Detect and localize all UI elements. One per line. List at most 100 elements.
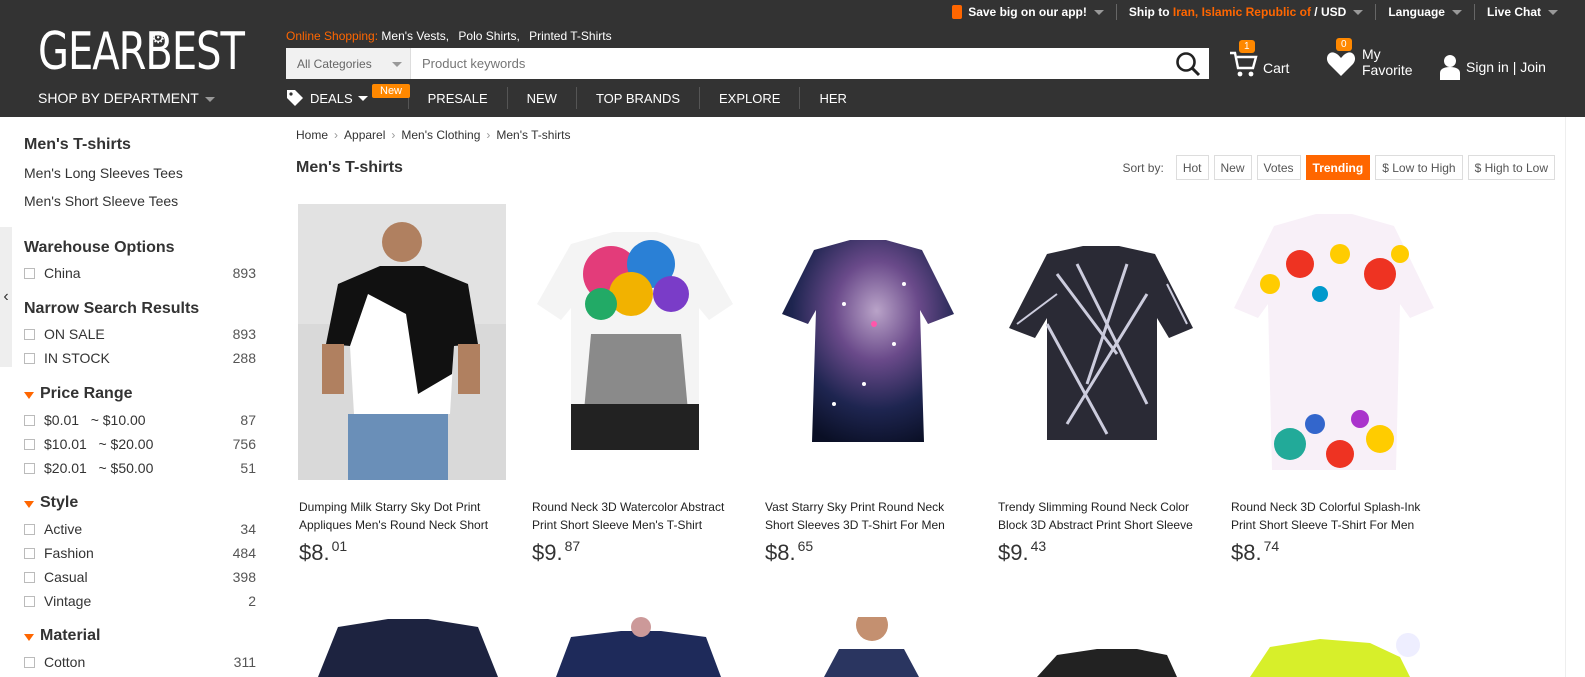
product-card[interactable]: Dumping Milk Starry Sky Dot Print Appliq…	[298, 204, 508, 565]
favorite-count-badge: 0	[1336, 38, 1352, 51]
filter-in-stock[interactable]: IN STOCK 288	[24, 349, 256, 367]
ship-to-selector[interactable]: Ship to Iran, Islamic Republic of / USD	[1115, 4, 1375, 20]
nav-deals[interactable]: DEALS New	[286, 84, 411, 109]
app-promo-label: Save big on our app!	[968, 5, 1087, 19]
filter-style-fashion[interactable]: Fashion 484	[24, 544, 256, 562]
language-selector[interactable]: Language	[1375, 4, 1474, 20]
filter-warehouse-china[interactable]: China 893	[24, 264, 256, 282]
sidebar-collapse-toggle[interactable]: ‹	[0, 227, 12, 367]
page-scrollbar[interactable]	[1565, 117, 1585, 677]
link-printed-tshirts[interactable]: Printed T-Shirts	[529, 29, 611, 43]
style-toggle[interactable]: Style	[24, 494, 78, 512]
checkbox[interactable]	[24, 547, 35, 559]
narrow-search-title: Narrow Search Results	[24, 300, 200, 317]
product-card[interactable]: Round Neck 3D Watercolor Abstract Print …	[531, 204, 741, 565]
category-select[interactable]: All Categories	[286, 48, 411, 79]
product-card[interactable]: Vast Starry Sky Print Round Neck Short S…	[764, 204, 974, 565]
signin-join-link[interactable]: Sign in | Join	[1440, 52, 1546, 82]
product-card[interactable]	[298, 617, 508, 677]
checkbox[interactable]	[24, 352, 35, 364]
price-range-toggle[interactable]: Price Range	[24, 385, 132, 403]
product-card[interactable]: Round Neck 3D Colorful Splash-Ink Print …	[1230, 204, 1440, 565]
shop-by-department-label: SHOP BY DEPARTMENT	[38, 90, 199, 106]
product-card[interactable]	[997, 617, 1207, 677]
product-image[interactable]	[764, 204, 972, 480]
checkbox[interactable]	[24, 571, 35, 583]
checkbox[interactable]	[24, 438, 35, 450]
breadcrumb-mens-tshirts[interactable]: Men's T-shirts	[496, 128, 570, 142]
product-image-graphic	[782, 240, 954, 442]
product-name[interactable]: Trendy Slimming Round Neck Color Block 3…	[998, 498, 1203, 534]
product-image[interactable]	[1230, 204, 1438, 480]
product-card[interactable]	[531, 617, 741, 677]
breadcrumb-mens-clothing[interactable]: Men's Clothing	[401, 128, 480, 142]
product-image-graphic	[298, 204, 506, 480]
product-image-graphic	[1009, 246, 1193, 440]
product-card[interactable]: Trendy Slimming Round Neck Color Block 3…	[997, 204, 1207, 565]
filter-material-cotton[interactable]: Cotton 311	[24, 653, 256, 671]
my-favorite-button[interactable]: 0 My Favorite	[1326, 38, 1426, 80]
product-price: $8. 65	[765, 538, 813, 566]
material-toggle[interactable]: Material	[24, 627, 100, 645]
search-button[interactable]	[1167, 48, 1209, 79]
sort-votes-button[interactable]: Votes	[1256, 155, 1301, 180]
nav-her[interactable]: HER	[799, 87, 865, 109]
checkbox[interactable]	[24, 595, 35, 607]
checkbox[interactable]	[24, 267, 35, 279]
price-cents: 01	[331, 538, 348, 554]
product-image[interactable]	[298, 204, 506, 480]
product-name[interactable]: Round Neck 3D Colorful Splash-Ink Print …	[1231, 498, 1436, 534]
product-image[interactable]	[997, 204, 1205, 480]
product-name[interactable]: Vast Starry Sky Print Round Neck Short S…	[765, 498, 970, 534]
product-name[interactable]: Round Neck 3D Watercolor Abstract Print …	[532, 498, 737, 534]
link-long-sleeves-tees[interactable]: Men's Long Sleeves Tees	[24, 165, 183, 181]
link-short-sleeve-tees[interactable]: Men's Short Sleeve Tees	[24, 193, 178, 209]
nav-presale[interactable]: PRESALE	[407, 87, 507, 109]
gearbest-logo[interactable]: GEARBEST ⚙	[38, 22, 245, 82]
shop-by-department-menu[interactable]: SHOP BY DEPARTMENT	[38, 90, 215, 106]
ship-to-country: Iran, Islamic Republic of	[1172, 5, 1311, 19]
checkbox[interactable]	[24, 523, 35, 535]
sort-high-to-low-button[interactable]: $ High to Low	[1467, 155, 1555, 180]
filter-count: 756	[232, 436, 256, 452]
filter-style-casual[interactable]: Casual 398	[24, 568, 256, 586]
filter-price-3[interactable]: $20.01 ~ $50.00 51	[24, 459, 256, 477]
breadcrumb-apparel[interactable]: Apparel	[344, 128, 385, 142]
filter-style-active[interactable]: Active 34	[24, 520, 256, 538]
breadcrumb-home[interactable]: Home	[296, 128, 328, 142]
nav-explore-label: EXPLORE	[719, 90, 781, 106]
sort-low-to-high-button[interactable]: $ Low to High	[1375, 155, 1463, 180]
product-image-graphic	[556, 617, 721, 677]
gear-icon: ⚙	[151, 30, 166, 47]
nav-explore[interactable]: EXPLORE	[699, 87, 799, 109]
caret-down-icon	[24, 391, 34, 399]
checkbox[interactable]	[24, 656, 35, 668]
product-card[interactable]	[1230, 617, 1440, 677]
link-mens-vests[interactable]: Men's Vests,	[381, 29, 449, 43]
link-polo-shirts[interactable]: Polo Shirts,	[458, 29, 519, 43]
nav-top-brands[interactable]: TOP BRANDS	[575, 87, 699, 109]
filter-on-sale[interactable]: ON SALE 893	[24, 325, 256, 343]
cart-button[interactable]: 1 Cart	[1229, 40, 1299, 80]
filter-count: 288	[232, 350, 256, 366]
product-name[interactable]: Dumping Milk Starry Sky Dot Print Appliq…	[299, 498, 504, 534]
checkbox[interactable]	[24, 414, 35, 426]
app-promo-link[interactable]: Save big on our app!	[940, 4, 1116, 20]
product-card[interactable]	[764, 617, 974, 677]
sort-new-button[interactable]: New	[1213, 155, 1252, 180]
checkbox[interactable]	[24, 462, 35, 474]
filter-sidebar: ‹ Men's T-shirts Men's Long Sleeves Tees…	[0, 117, 280, 677]
sort-hot-button[interactable]: Hot	[1175, 155, 1209, 180]
filter-price-1[interactable]: $0.01 ~ $10.00 87	[24, 411, 256, 429]
caret-down-icon	[24, 633, 34, 641]
filter-style-vintage[interactable]: Vintage 2	[24, 592, 256, 610]
nav-new[interactable]: NEW	[506, 87, 576, 109]
filter-price-2[interactable]: $10.01 ~ $20.00 756	[24, 435, 256, 453]
search-input[interactable]	[411, 48, 1167, 79]
sort-trending-button[interactable]: Trending	[1305, 155, 1371, 180]
product-price: $9. 43	[998, 538, 1046, 566]
checkbox[interactable]	[24, 328, 35, 340]
nav-her-label: HER	[819, 90, 847, 106]
live-chat-menu[interactable]: Live Chat	[1473, 4, 1570, 20]
product-image[interactable]	[531, 204, 739, 480]
